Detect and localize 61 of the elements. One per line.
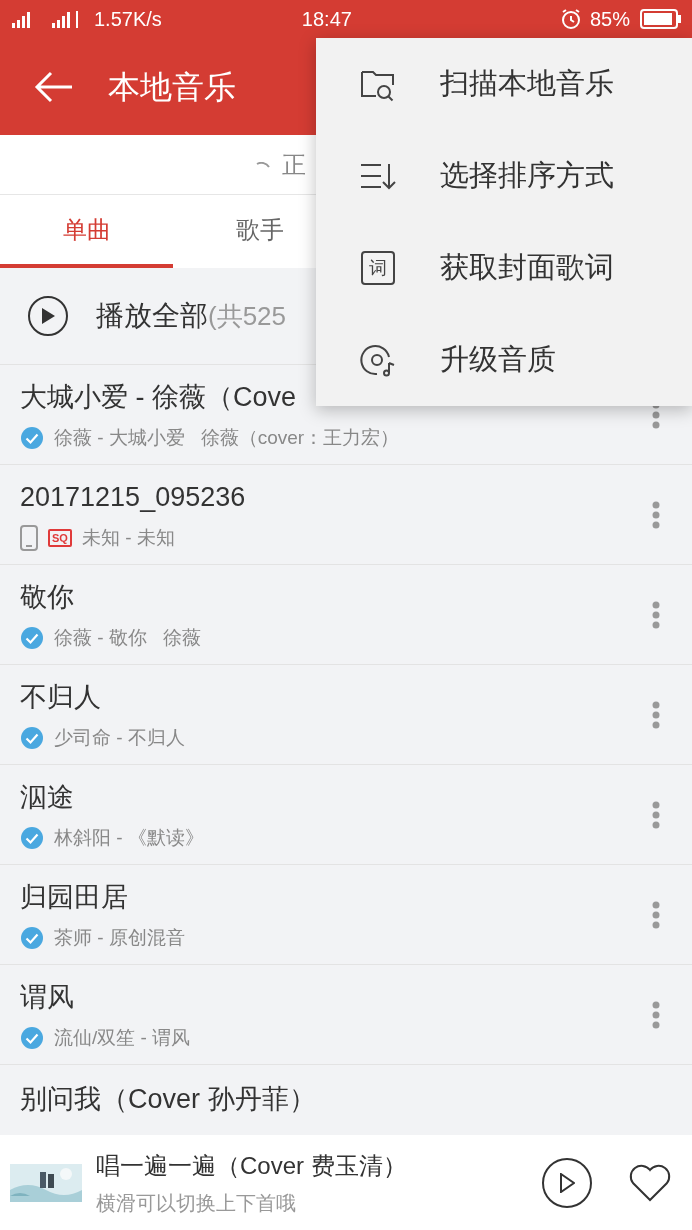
- song-row[interactable]: 泅途 林斜阳 - 《默读》: [0, 765, 692, 865]
- heart-icon: [629, 1163, 671, 1202]
- song-title: 不归人: [20, 681, 102, 714]
- play-all-label: 播放全部: [96, 299, 208, 333]
- alarm-icon: [559, 8, 582, 30]
- player-bar[interactable]: 唱一遍一遍（Cover 费玉清） 横滑可以切换上下首哦: [0, 1135, 692, 1230]
- play-button[interactable]: [542, 1157, 592, 1208]
- song-title: 谓风: [20, 981, 75, 1014]
- more-vertical-icon: [652, 600, 660, 629]
- song-title: 大城小爱 - 徐薇（Cove: [20, 381, 298, 414]
- song-subtitle: 徐薇 - 大城小爱 徐薇（cover：王力宏）: [54, 425, 400, 450]
- swipe-hint: 横滑可以切换上下首哦: [96, 1190, 297, 1216]
- network-speed: 1.57K/s: [94, 7, 162, 32]
- song-title: 归园田居: [20, 881, 129, 914]
- sq-badge: SQ: [48, 528, 72, 547]
- scan-status-text: 正: [282, 149, 306, 180]
- song-row[interactable]: 归园田居 茶师 - 原创混音: [0, 865, 692, 965]
- menu-item-label: 选择排序方式: [440, 158, 614, 194]
- song-subtitle: 未知 - 未知: [81, 525, 175, 550]
- phone-icon: [20, 524, 38, 551]
- tab[interactable]: 单曲: [0, 195, 173, 268]
- check-circle-icon: [20, 425, 44, 450]
- more-vertical-icon: [652, 900, 660, 929]
- clock: 18:47: [301, 7, 352, 32]
- check-circle-icon: [20, 1025, 44, 1050]
- song-subtitle: 徐薇 - 敬你 徐薇: [54, 625, 201, 650]
- loading-spinner-icon: [256, 161, 270, 168]
- more-vertical-icon: [652, 1000, 660, 1029]
- play-all-button[interactable]: [28, 296, 68, 336]
- check-circle-icon: [20, 825, 44, 850]
- song-title: 泅途: [20, 781, 75, 814]
- menu-item-label: 获取封面歌词: [440, 250, 614, 286]
- page-title: 本地音乐: [108, 67, 236, 107]
- song-subtitle: 林斜阳 - 《默读》: [54, 825, 204, 850]
- song-row[interactable]: 谓风 流仙/双笙 - 谓风: [0, 965, 692, 1065]
- song-title: 敬你: [20, 581, 75, 614]
- battery-level: 85%: [589, 7, 630, 32]
- check-circle-icon: [20, 725, 44, 750]
- check-circle-icon: [20, 625, 44, 650]
- check-circle-icon: [20, 925, 44, 950]
- more-vertical-icon: [652, 800, 660, 829]
- song-count: (共525: [208, 299, 287, 333]
- more-vertical-icon: [652, 500, 660, 529]
- song-row[interactable]: 20171215_095236 SQ 未知 - 未知: [0, 465, 692, 565]
- song-subtitle: 少司命 - 不归人: [54, 725, 185, 750]
- battery-icon: [640, 9, 682, 29]
- song-subtitle: 流仙/双笙 - 谓风: [54, 1025, 191, 1050]
- more-vertical-icon: [652, 700, 660, 729]
- song-subtitle: 茶师 - 原创混音: [54, 925, 185, 950]
- play-icon: [559, 1172, 575, 1193]
- now-playing-title: 唱一遍一遍（Cover 费玉清）: [96, 1150, 408, 1181]
- menu-item[interactable]: 扫描本地音乐: [316, 38, 692, 130]
- back-arrow-icon: [34, 70, 74, 103]
- song-title: 别问我（Cover 孙丹菲）: [20, 1083, 317, 1116]
- menu-item-label: 扫描本地音乐: [440, 66, 614, 102]
- song-title: 20171215_095236: [20, 481, 247, 514]
- song-row[interactable]: 别问我（Cover 孙丹菲）: [0, 1065, 692, 1135]
- lyrics-icon: 词: [361, 251, 395, 285]
- song-row[interactable]: 敬你 徐薇 - 敬你 徐薇: [0, 565, 692, 665]
- song-row[interactable]: 不归人 少司命 - 不归人: [0, 665, 692, 765]
- play-icon: [41, 308, 55, 324]
